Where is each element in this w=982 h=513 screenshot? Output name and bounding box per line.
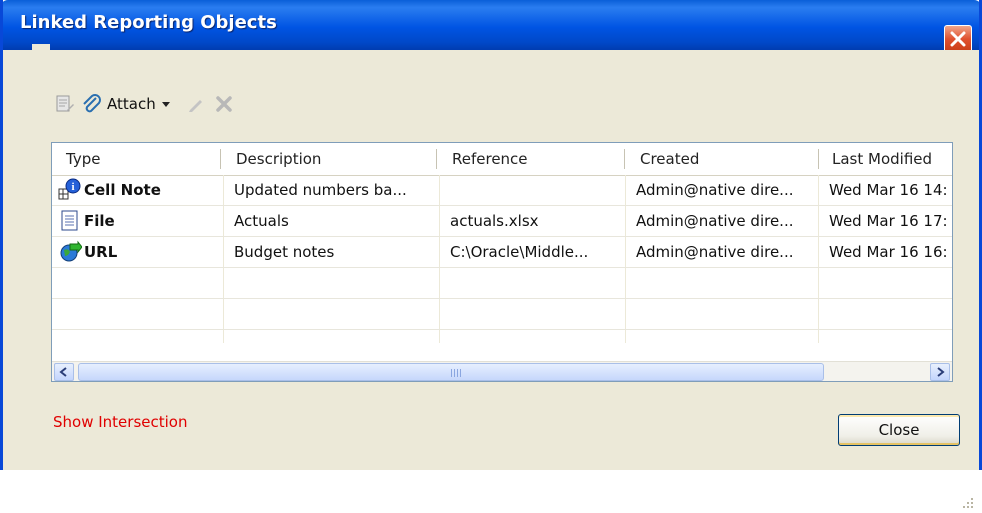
show-intersection-link[interactable]: Show Intersection bbox=[53, 413, 187, 431]
type-cell: File bbox=[52, 206, 223, 236]
chevron-down-icon bbox=[161, 101, 170, 107]
table-row[interactable]: i Cell Note Updated numbers ba... Admin@… bbox=[52, 175, 952, 206]
table-header: Type Description Reference Created Last … bbox=[52, 143, 952, 176]
type-label: URL bbox=[84, 243, 118, 261]
pencil-icon bbox=[188, 100, 202, 112]
column-separator[interactable] bbox=[220, 149, 221, 169]
window-title: Linked Reporting Objects bbox=[20, 12, 277, 33]
type-cell: URL bbox=[52, 237, 223, 267]
type-label: File bbox=[84, 212, 115, 230]
scroll-grip-icon bbox=[451, 369, 463, 377]
column-header-created[interactable]: Created bbox=[626, 143, 818, 175]
column-separator[interactable] bbox=[624, 149, 625, 169]
scroll-thumb[interactable] bbox=[78, 363, 824, 381]
table-row[interactable]: File Actuals actuals.xlsx Admin@native d… bbox=[52, 206, 952, 237]
window-close-button[interactable] bbox=[944, 25, 972, 53]
attach-button[interactable]: Attach bbox=[81, 93, 170, 115]
description-cell: Updated numbers ba... bbox=[234, 181, 407, 199]
empty-row bbox=[52, 268, 952, 299]
scroll-left-button[interactable] bbox=[54, 363, 74, 381]
empty-row bbox=[52, 299, 952, 330]
description-cell: Actuals bbox=[234, 212, 289, 230]
reference-cell: C:\Oracle\Middle... bbox=[450, 243, 589, 261]
type-label: Cell Note bbox=[84, 181, 161, 199]
type-cell: i Cell Note bbox=[52, 175, 223, 205]
empty-row bbox=[52, 330, 952, 361]
close-button[interactable]: Close bbox=[838, 414, 960, 446]
url-globe-icon bbox=[58, 240, 82, 264]
edit-properties-button[interactable] bbox=[53, 92, 77, 116]
title-bar[interactable]: Linked Reporting Objects bbox=[0, 0, 982, 53]
column-header-reference[interactable]: Reference bbox=[438, 143, 624, 175]
document-edit-icon bbox=[56, 95, 74, 112]
delete-button[interactable] bbox=[212, 92, 236, 116]
paperclip-icon bbox=[83, 94, 101, 113]
table-row[interactable]: URL Budget notes C:\Oracle\Middle... Adm… bbox=[52, 237, 952, 268]
linked-objects-table: Type Description Reference Created Last … bbox=[51, 142, 953, 382]
resize-grip-icon[interactable] bbox=[958, 495, 976, 513]
horizontal-scrollbar[interactable] bbox=[52, 361, 952, 381]
svg-text:i: i bbox=[71, 181, 74, 193]
chevron-left-icon bbox=[59, 367, 67, 377]
column-header-last-modified[interactable]: Last Modified bbox=[818, 143, 952, 175]
last-modified-cell: Wed Mar 16 17: bbox=[829, 212, 948, 230]
toolbar: Attach bbox=[53, 90, 240, 118]
attach-label: Attach bbox=[107, 95, 156, 113]
scroll-right-button[interactable] bbox=[930, 363, 950, 381]
title-notch bbox=[32, 44, 50, 62]
created-cell: Admin@native dire... bbox=[636, 243, 794, 261]
reference-cell bbox=[440, 175, 625, 205]
reference-cell: actuals.xlsx bbox=[450, 212, 539, 230]
dialog-body: Attach Type Description Reference Create… bbox=[3, 44, 979, 508]
file-icon bbox=[58, 209, 82, 233]
column-separator[interactable] bbox=[436, 149, 437, 169]
description-cell: Budget notes bbox=[234, 243, 335, 261]
last-modified-cell: Wed Mar 16 14: bbox=[829, 181, 948, 199]
column-header-description[interactable]: Description bbox=[222, 143, 436, 175]
last-modified-cell: Wed Mar 16 16: bbox=[829, 243, 948, 261]
close-icon bbox=[950, 31, 966, 47]
created-cell: Admin@native dire... bbox=[636, 212, 794, 230]
chevron-right-icon bbox=[937, 367, 945, 377]
edit-button[interactable] bbox=[184, 92, 208, 116]
created-cell: Admin@native dire... bbox=[636, 181, 794, 199]
delete-x-icon bbox=[215, 96, 232, 112]
cell-note-icon: i bbox=[58, 178, 82, 202]
linked-reporting-objects-dialog: Linked Reporting Objects Attach Type Des… bbox=[0, 0, 982, 508]
column-header-type[interactable]: Type bbox=[52, 143, 220, 175]
